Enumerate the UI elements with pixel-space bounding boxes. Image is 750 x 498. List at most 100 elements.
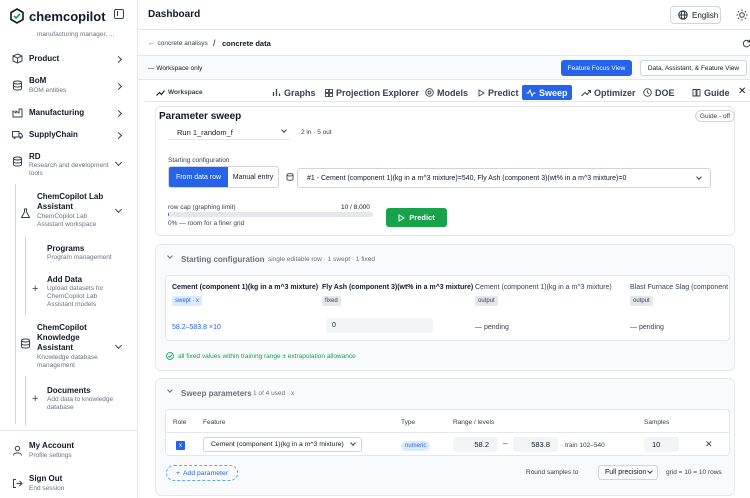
chevron-down-icon[interactable] [167,253,173,259]
sidebar-item-programs[interactable]: Programs Program management [0,244,137,264]
database-icon [12,156,23,167]
tab-sweep[interactable]: Sweep [522,85,572,100]
starting-configuration-card: Starting configuration single editable r… [155,244,735,371]
sidebar-item-rd[interactable]: RD Research and development tools [0,152,137,182]
sidebar-item-my-account[interactable]: My Account Profile settings [0,441,137,463]
refresh-icon[interactable] [742,39,750,48]
precision-value: Full precision [605,469,647,476]
tab-label: Sweep [539,87,568,98]
row-cap-progress [168,212,373,217]
target-icon [425,88,434,97]
column-header: Type [401,419,416,426]
output-pending: — pending [475,324,509,331]
factory-icon [12,107,23,118]
feature-focus-view-button[interactable]: Feature Focus View [561,60,632,76]
theme-toggle[interactable] [736,9,748,23]
close-panel-icon[interactable]: ✕ [738,86,746,97]
user-icon [12,445,23,456]
from-data-row-option[interactable]: From data row [169,167,228,187]
sidebar-item-label: Manufacturing [29,108,85,117]
sidebar-item-bom[interactable]: BoM BOM entities [0,76,137,98]
tab-optimizer[interactable]: Optimizer [581,85,636,100]
precision-select[interactable]: Full precision [598,465,658,480]
chevron-right-icon [114,82,123,91]
sidebar-item-product[interactable]: Product [0,52,137,66]
feature-select[interactable]: Cement (component 1)(kg in a m^3 mixture… [203,437,362,452]
workspace-scope-bar: — Workspace only Feature Focus View Data… [138,56,750,80]
section-title[interactable]: Starting configuration [181,255,265,264]
sidebar-item-label: My Account [29,441,75,450]
sidebar-item-add-data[interactable]: + Add Data Upload datasets for ChemCopil… [0,275,137,315]
sidebar-item-supplychain[interactable]: SupplyChain [0,128,137,142]
box-icon [12,53,23,64]
bar-chart-icon [272,88,281,97]
swept-range-link[interactable]: 58.2–583.8 ×10 [172,324,221,331]
range-separator: – [503,439,508,448]
training-range-note: · train 102–540 [561,442,605,449]
run-select[interactable]: Run 1_random_f [168,126,290,140]
language-button[interactable]: English [670,6,721,24]
app-logo[interactable]: chemcopilot [9,8,106,24]
tab-label: Projection Explorer [336,87,420,98]
sidebar-item-sub: ChemCopilot Lab Assistant workspace [37,213,97,228]
chevron-down-icon [350,440,356,446]
logout-icon [12,478,23,489]
section-title[interactable]: Sweep parameters [181,389,252,398]
tab-workspace[interactable]: Workspace [156,85,203,100]
breadcrumb: ← concrete analisys / concrete data [138,30,750,56]
tab-projection-explorer[interactable]: Projection Explorer [325,85,419,100]
range-min-input[interactable]: 58.2 [453,437,498,452]
starting-config-label: Starting configuration [168,157,230,164]
remove-row-icon[interactable]: ✕ [705,439,713,450]
sidebar-item-sub: Add data to knowledge database [47,396,114,411]
globe-icon [678,10,688,20]
chevron-down-icon [647,468,653,474]
chevron-down-icon[interactable] [167,387,173,393]
sidebar-item-sub: End session [29,485,65,492]
role-x-badge[interactable]: x [176,441,185,450]
sidebar-item-label: Documents [47,386,91,395]
sun-icon [736,9,748,21]
tab-models[interactable]: Models [425,85,468,100]
tab-doe[interactable]: DOE [643,85,675,100]
chevron-down-icon [281,127,287,133]
book-icon [692,88,701,97]
tab-label: Guide [704,87,730,98]
data-row-select[interactable]: #1 - Cement (component 1)(kg in a m^3 mi… [297,168,711,188]
sidebar-item-documents[interactable]: + Documents Add data to knowledge databa… [0,386,137,416]
feature-select-value: Cement (component 1)(kg in a m^3 mixture… [211,441,344,448]
manual-entry-option[interactable]: Manual entry [228,167,278,187]
sidebar-item-label: ChemCopilot Knowledge Assistant [37,323,87,352]
chevron-down-icon [696,174,702,180]
run-io-summary: 2 in · 5 out [301,129,332,136]
starting-config-table: Cement (component 1)(kg in a m^3 mixture… [165,275,730,341]
breadcrumb-back-link[interactable]: ← concrete analisys [148,40,208,47]
guide-toggle[interactable]: Guide - off [695,110,735,122]
tab-label: Models [437,87,469,98]
full-view-button[interactable]: Data, Assistant, & Feature View [640,60,747,76]
column-header: Samples [644,419,670,426]
chevron-down-icon [114,158,123,167]
sidebar-item-lab-assistant[interactable]: ChemCopilot Lab Assistant ChemCopilot La… [0,192,137,232]
tab-graphs[interactable]: Graphs [272,85,316,100]
clock-icon [643,88,652,97]
sidebar-item-manufacturing[interactable]: Manufacturing [0,106,137,120]
sidebar-item-sub: Upload datasets for ChemCopilot Lab Assi… [47,285,104,308]
sidebar-item-knowledge-assistant[interactable]: ChemCopilot Knowledge Assistant Knowledg… [0,323,137,371]
sidebar-item-sub: Research and development tools [29,162,109,177]
sidebar-item-sign-out[interactable]: Sign Out End session [0,474,137,496]
range-max-input[interactable]: 583.8 [513,437,558,452]
row-cap-note: 0% — room for a finer grid [168,220,245,227]
fixed-value-input[interactable]: 0 [326,318,433,333]
column-header: Cement (component 1)(kg in a m^3 mixture… [475,284,612,291]
section-meta: single editable row · 1 swept · 1 fixed [268,256,375,263]
check-circle-icon [166,352,174,360]
tab-predict[interactable]: Predict [478,85,519,100]
add-parameter-button[interactable]: + Add parameter [166,465,238,481]
collapse-sidebar-icon[interactable] [114,9,124,19]
run-select-value: Run 1_random_f [177,128,233,137]
tab-guide[interactable]: Guide [692,85,730,100]
sidebar-item-label: Product [29,54,60,63]
predict-button[interactable]: Predict [386,208,447,227]
samples-input[interactable]: 10 [644,437,679,452]
